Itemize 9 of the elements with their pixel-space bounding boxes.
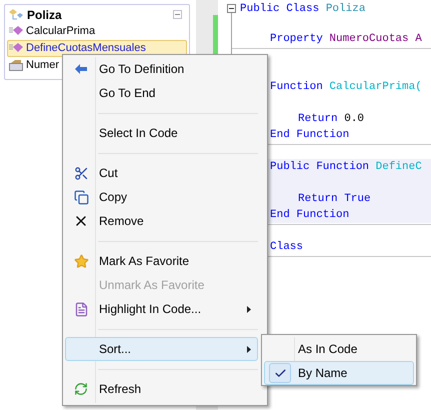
code-line: Return True xyxy=(298,192,371,207)
code-line: Public Function DefineC xyxy=(270,160,422,175)
code-line: Property NumeroCuotas A xyxy=(270,32,422,47)
code-line: End Function xyxy=(270,208,350,223)
code-line: Public Class Poliza xyxy=(240,2,366,17)
code-line: End Function xyxy=(270,128,350,143)
code-line: Function CalcularPrima( xyxy=(270,80,422,95)
code-line: Return 0.0 xyxy=(298,112,364,127)
code-line: Class xyxy=(270,240,304,255)
